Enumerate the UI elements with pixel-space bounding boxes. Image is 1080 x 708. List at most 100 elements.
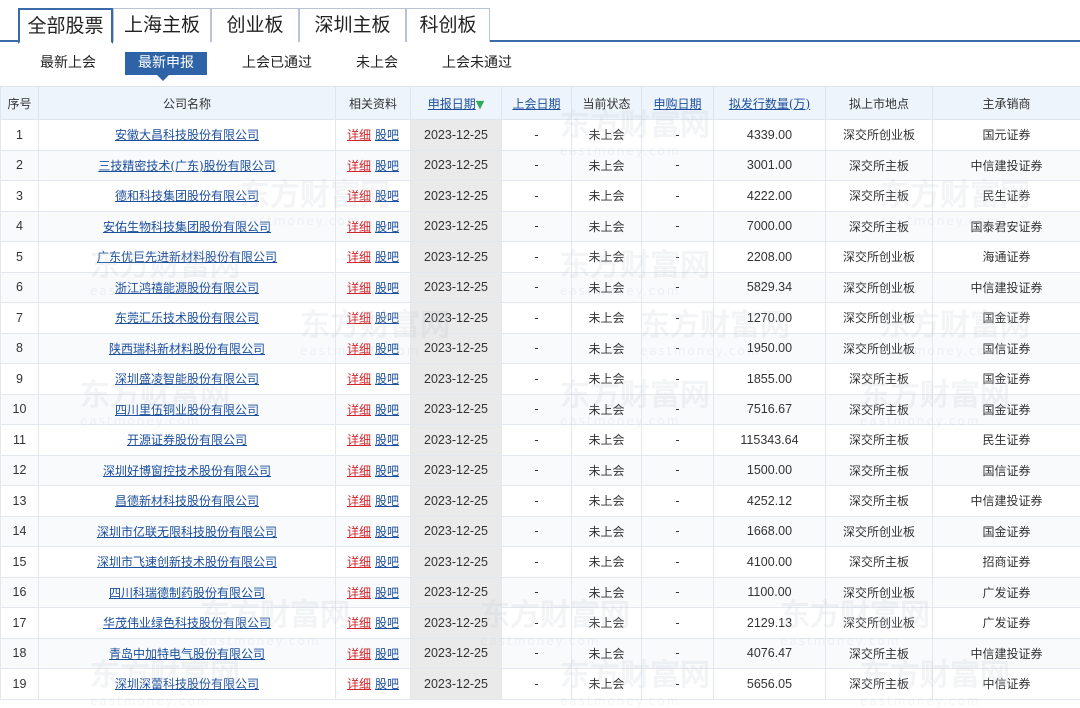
table-row: 17华茂伟业绿色科技股份有限公司详细股吧2023-12-25-未上会-2129.… [1, 608, 1080, 639]
company-link[interactable]: 三技精密技术(广东)股份有限公司 [98, 159, 275, 173]
company-link[interactable]: 安佑生物科技集团股份有限公司 [103, 220, 271, 234]
resources-cell: 详细股吧 [336, 242, 411, 273]
detail-link[interactable]: 详细 [347, 525, 371, 539]
sort-desc-icon: ▼ [476, 98, 484, 111]
detail-link[interactable]: 详细 [347, 189, 371, 203]
tab-shanghai-main[interactable]: 上海主板 [113, 8, 211, 42]
guba-link[interactable]: 股吧 [375, 250, 399, 264]
row-index: 18 [1, 638, 39, 669]
detail-link[interactable]: 详细 [347, 616, 371, 630]
guba-link[interactable]: 股吧 [375, 586, 399, 600]
underwriter: 国金证券 [933, 394, 1080, 425]
detail-link[interactable]: 详细 [347, 464, 371, 478]
meeting-date: - [502, 272, 572, 303]
tab-all-stocks[interactable]: 全部股票 [18, 8, 113, 44]
issue-qty: 4252.12 [714, 486, 826, 517]
subtab-meeting-passed[interactable]: 上会已通过 [238, 52, 316, 75]
company-link[interactable]: 深圳市飞速创新技术股份有限公司 [97, 555, 277, 569]
detail-link[interactable]: 详细 [347, 555, 371, 569]
detail-link[interactable]: 详细 [347, 433, 371, 447]
detail-link[interactable]: 详细 [347, 677, 371, 691]
issue-qty: 3001.00 [714, 150, 826, 181]
row-index: 12 [1, 455, 39, 486]
issue-qty: 1950.00 [714, 333, 826, 364]
guba-link[interactable]: 股吧 [375, 342, 399, 356]
company-link[interactable]: 四川里伍铜业股份有限公司 [115, 403, 259, 417]
company-link[interactable]: 陕西瑞科新材料股份有限公司 [109, 342, 265, 356]
subtab-latest-meeting[interactable]: 最新上会 [36, 52, 100, 75]
detail-link[interactable]: 详细 [347, 403, 371, 417]
guba-link[interactable]: 股吧 [375, 464, 399, 478]
guba-link[interactable]: 股吧 [375, 525, 399, 539]
header-subscribe-date[interactable]: 申购日期 [642, 87, 714, 120]
subscribe-date: - [642, 425, 714, 456]
detail-link[interactable]: 详细 [347, 281, 371, 295]
subtab-not-met[interactable]: 未上会 [352, 52, 402, 75]
company-link[interactable]: 东莞汇乐技术股份有限公司 [115, 311, 259, 325]
detail-link[interactable]: 详细 [347, 159, 371, 173]
company-link[interactable]: 浙江鸿禧能源股份有限公司 [115, 281, 259, 295]
guba-link[interactable]: 股吧 [375, 494, 399, 508]
row-index: 4 [1, 211, 39, 242]
guba-link[interactable]: 股吧 [375, 647, 399, 661]
report-date: 2023-12-25 [411, 211, 502, 242]
resources-cell: 详细股吧 [336, 181, 411, 212]
detail-link[interactable]: 详细 [347, 250, 371, 264]
subscribe-date: - [642, 333, 714, 364]
guba-link[interactable]: 股吧 [375, 372, 399, 386]
header-underwriter: 主承销商 [933, 87, 1080, 120]
tab-shenzhen-main[interactable]: 深圳主板 [299, 8, 406, 42]
guba-link[interactable]: 股吧 [375, 281, 399, 295]
resources-cell: 详细股吧 [336, 577, 411, 608]
detail-link[interactable]: 详细 [347, 342, 371, 356]
guba-link[interactable]: 股吧 [375, 159, 399, 173]
company-link[interactable]: 四川科瑞德制药股份有限公司 [109, 586, 265, 600]
tab-star-market[interactable]: 科创板 [406, 8, 490, 42]
detail-link[interactable]: 详细 [347, 647, 371, 661]
header-issue-qty[interactable]: 拟发行数量(万) [714, 87, 826, 120]
issue-qty: 5829.34 [714, 272, 826, 303]
company-link[interactable]: 青岛中加特电气股份有限公司 [109, 647, 265, 661]
company-link[interactable]: 德和科技集团股份有限公司 [115, 189, 259, 203]
header-report-date[interactable]: 申报日期▼ [411, 87, 502, 120]
company-link[interactable]: 安徽大昌科技股份有限公司 [115, 128, 259, 142]
detail-link[interactable]: 详细 [347, 494, 371, 508]
guba-link[interactable]: 股吧 [375, 128, 399, 142]
company-link[interactable]: 深圳盛凌智能股份有限公司 [115, 372, 259, 386]
company-link[interactable]: 深圳深蕾科技股份有限公司 [115, 677, 259, 691]
guba-link[interactable]: 股吧 [375, 311, 399, 325]
company-link[interactable]: 昌德新材科技股份有限公司 [115, 494, 259, 508]
sort-meeting-date[interactable]: 上会日期 [512, 97, 560, 111]
sort-subscribe-date[interactable]: 申购日期 [653, 97, 701, 111]
company-link[interactable]: 深圳好博窗控技术股份有限公司 [103, 464, 271, 478]
detail-link[interactable]: 详细 [347, 311, 371, 325]
guba-link[interactable]: 股吧 [375, 677, 399, 691]
subscribe-date: - [642, 211, 714, 242]
guba-link[interactable]: 股吧 [375, 433, 399, 447]
guba-link[interactable]: 股吧 [375, 403, 399, 417]
sort-issue-qty[interactable]: 拟发行数量(万) [729, 97, 810, 111]
detail-link[interactable]: 详细 [347, 586, 371, 600]
issue-qty: 115343.64 [714, 425, 826, 456]
company-link[interactable]: 深圳市亿联无限科技股份有限公司 [97, 525, 277, 539]
sort-report-date[interactable]: 申报日期 [428, 97, 476, 111]
detail-link[interactable]: 详细 [347, 220, 371, 234]
company-cell: 安佑生物科技集团股份有限公司 [39, 211, 336, 242]
tab-chinext[interactable]: 创业板 [211, 8, 299, 42]
report-date: 2023-12-25 [411, 150, 502, 181]
guba-link[interactable]: 股吧 [375, 616, 399, 630]
subtab-meeting-rejected[interactable]: 上会未通过 [438, 52, 516, 75]
header-meeting-date[interactable]: 上会日期 [502, 87, 572, 120]
company-link[interactable]: 开源证券股份有限公司 [127, 433, 247, 447]
table-row: 9深圳盛凌智能股份有限公司详细股吧2023-12-25-未上会-1855.00深… [1, 364, 1080, 395]
guba-link[interactable]: 股吧 [375, 189, 399, 203]
detail-link[interactable]: 详细 [347, 128, 371, 142]
detail-link[interactable]: 详细 [347, 372, 371, 386]
company-link[interactable]: 广东优巨先进新材料股份有限公司 [97, 250, 277, 264]
guba-link[interactable]: 股吧 [375, 555, 399, 569]
active-subtab-pointer [157, 75, 169, 81]
guba-link[interactable]: 股吧 [375, 220, 399, 234]
subtab-latest-filing[interactable]: 最新申报 [125, 52, 207, 75]
company-link[interactable]: 华茂伟业绿色科技股份有限公司 [103, 616, 271, 630]
status-text: 未上会 [572, 242, 642, 273]
